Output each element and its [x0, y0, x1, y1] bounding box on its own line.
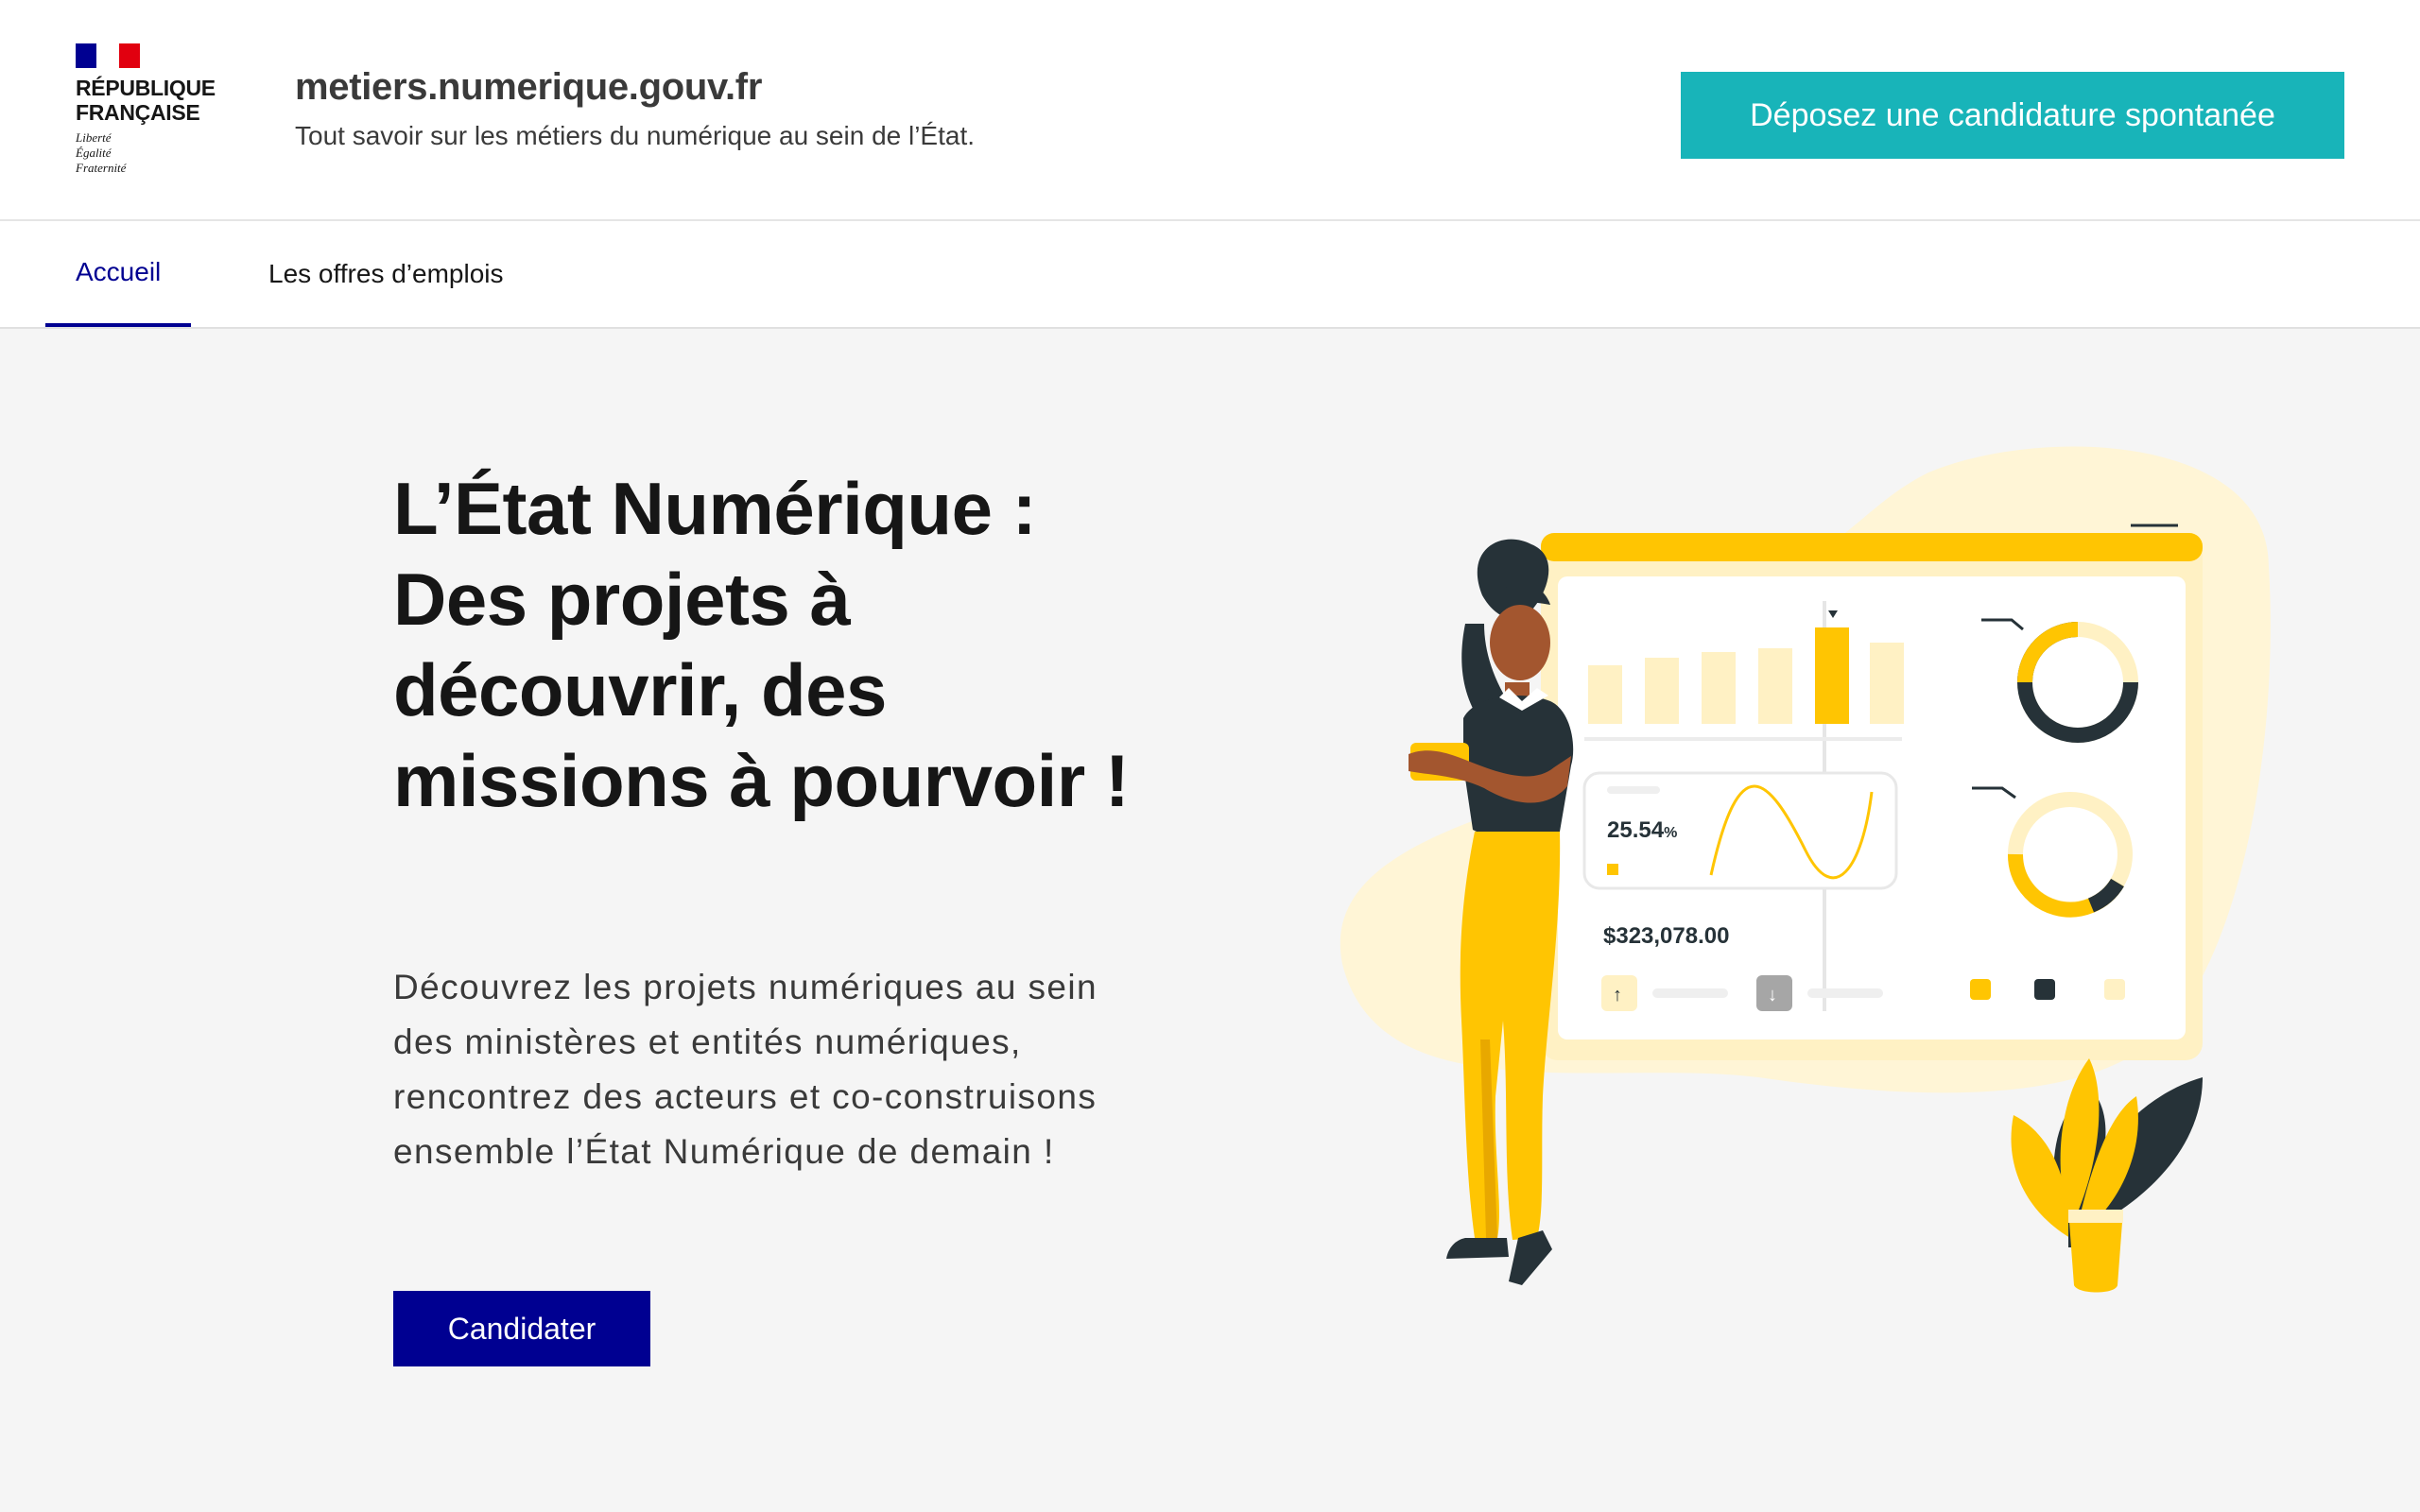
republic-name: RÉPUBLIQUE FRANÇAISE — [76, 76, 216, 125]
republique-francaise-logo[interactable]: RÉPUBLIQUE FRANÇAISE Liberté Égalité Fra… — [76, 43, 227, 185]
main-navigation: Accueil Les offres d’emplois — [0, 221, 2420, 329]
tab-offres-emplois[interactable]: Les offres d’emplois — [238, 221, 534, 327]
republic-motto: Liberté Égalité Fraternité — [76, 130, 127, 175]
candidater-button[interactable]: Candidater — [393, 1291, 650, 1366]
hero-title: L’État Numérique : Des projets à découvr… — [393, 467, 1130, 822]
dashboard-illustration: 25.54% $323,078.00 ↑ ↓ — [1340, 446, 2271, 1293]
hero-description: Découvrez les projets numériques au sein… — [393, 968, 1098, 1171]
marianne-flag-icon — [76, 43, 140, 68]
illustration-amount: $323,078.00 — [1603, 923, 1729, 949]
svg-text:↓: ↓ — [1768, 985, 1777, 1005]
plant-illustration — [2011, 1058, 2203, 1293]
site-tagline: Tout savoir sur les métiers du numérique… — [295, 121, 976, 150]
tab-accueil[interactable]: Accueil — [45, 221, 192, 327]
svg-text:↑: ↑ — [1613, 985, 1622, 1005]
site-title[interactable]: metiers.numerique.gouv.fr — [295, 66, 762, 109]
site-header: RÉPUBLIQUE FRANÇAISE Liberté Égalité Fra… — [0, 0, 2420, 221]
spontaneous-application-button[interactable]: Déposez une candidature spontanée — [1681, 72, 2344, 159]
monitor-topbar — [1541, 533, 2203, 561]
